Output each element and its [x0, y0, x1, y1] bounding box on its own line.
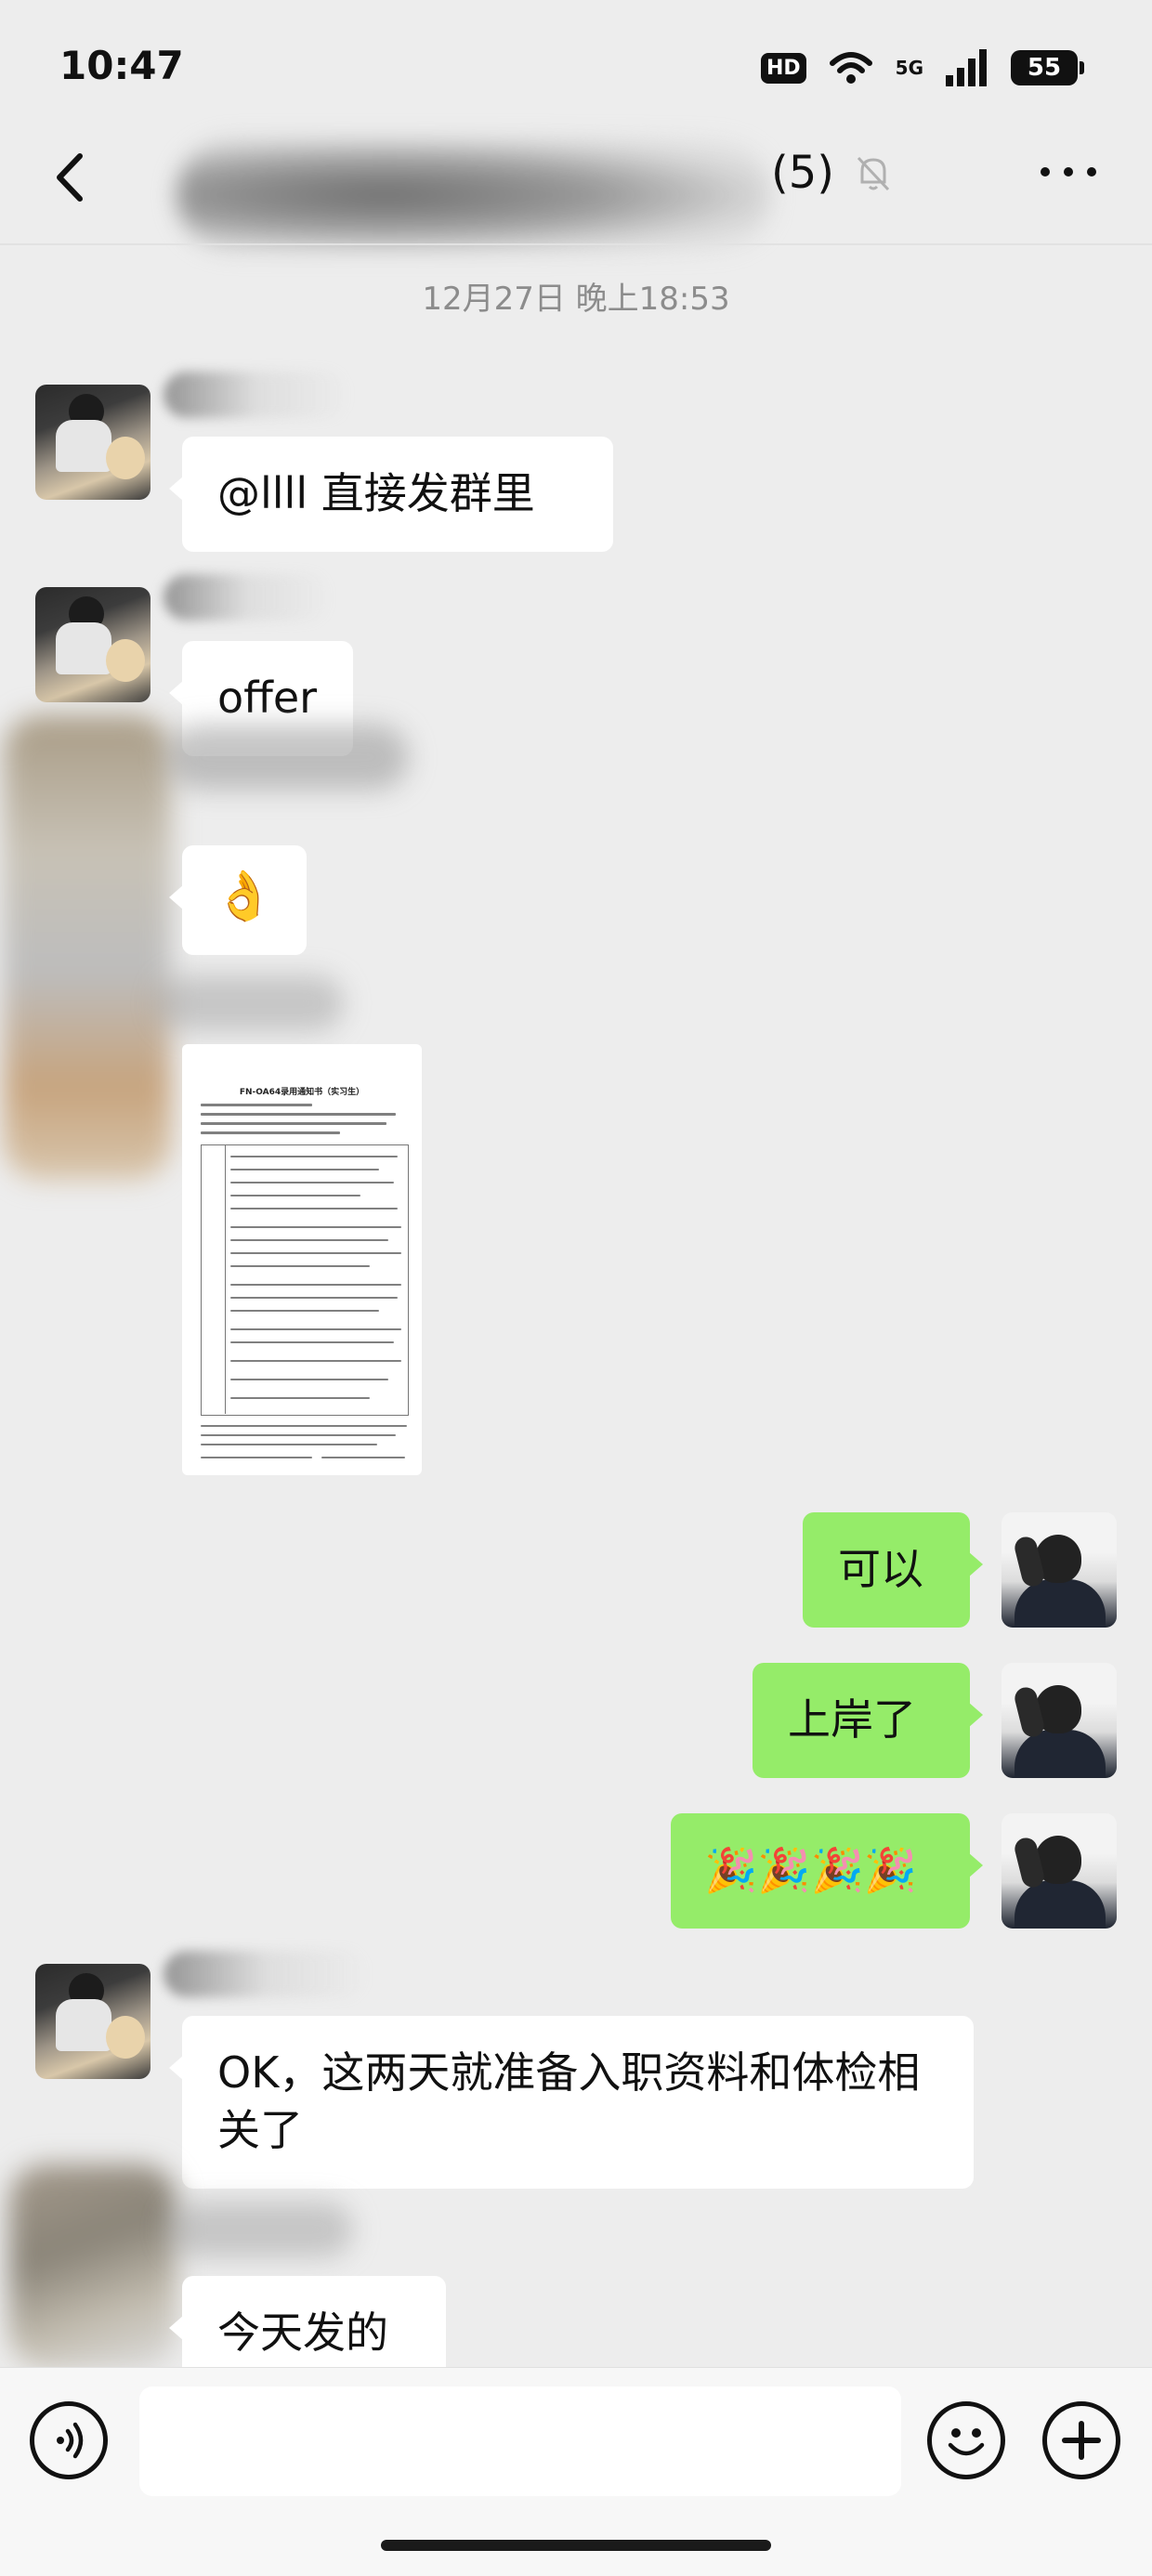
sender-name-blurred [167, 2202, 353, 2257]
emoji-text: 👌 [214, 869, 274, 924]
chat-timestamp: 12月27日 晚上18:53 [422, 281, 730, 318]
sender-avatar[interactable] [35, 1964, 151, 2079]
network-type: 5G [895, 57, 923, 79]
more-dots-icon[interactable] [1041, 158, 1096, 186]
signal-icon [946, 49, 987, 86]
message-text: 今天发的 [217, 2308, 388, 2358]
voice-icon[interactable] [30, 2401, 108, 2479]
message-text: 可以 [838, 1544, 923, 1594]
my-avatar[interactable] [1001, 1512, 1117, 1628]
message-text: OK，这两天就准备入职资料和体检相关了 [217, 2047, 921, 2155]
chat-header: (5) [0, 111, 1152, 251]
header-divider [0, 243, 1152, 245]
sender-name-blurred [158, 975, 344, 1031]
group-name-blurred [177, 139, 771, 251]
status-time: 10:47 [59, 43, 184, 88]
plus-icon[interactable] [1042, 2401, 1120, 2479]
status-bar: 10:47 HD 5G 55 [0, 0, 1152, 130]
emoji-message-bubble[interactable]: 👌 [169, 845, 307, 955]
emoji-message-bubble-sent[interactable]: 🎉🎉🎉🎉 [671, 1813, 983, 1929]
battery-icon: 55 [1011, 50, 1084, 85]
message-text: offer [217, 673, 318, 723]
sender-avatar[interactable] [35, 587, 151, 702]
message-text: 上岸了 [788, 1694, 916, 1745]
message-bubble-sent[interactable]: 上岸了 [753, 1663, 983, 1778]
sender-avatar-blurred [9, 2164, 177, 2369]
mute-bell-icon [857, 156, 890, 191]
sender-name-blurred [167, 725, 409, 790]
home-indicator [381, 2540, 771, 2551]
member-count: (5) [771, 147, 834, 199]
sender-name-blurred [164, 372, 349, 418]
sender-avatar[interactable] [35, 385, 151, 500]
wifi-icon [829, 52, 872, 84]
sender-name-blurred [164, 574, 331, 621]
status-icons: HD 5G 55 [760, 46, 1084, 89]
message-text: @llll 直接发群里 [217, 468, 535, 518]
message-bubble-sent[interactable]: 可以 [803, 1512, 983, 1628]
sender-name-blurred [164, 1951, 368, 1997]
hd-badge: HD [760, 52, 806, 84]
emoji-icon[interactable] [927, 2401, 1005, 2479]
message-input[interactable] [139, 2386, 901, 2496]
my-avatar[interactable] [1001, 1813, 1117, 1929]
my-avatar[interactable] [1001, 1663, 1117, 1778]
doc-title: FN-OA64录用通知书（实习生） [239, 1088, 365, 1097]
emoji-text: 🎉🎉🎉🎉 [704, 1845, 918, 1895]
image-message[interactable]: FN-OA64录用通知书（实习生） [182, 1044, 422, 1475]
sender-avatar-blurred [4, 715, 171, 1180]
back-arrow-icon[interactable] [45, 145, 100, 210]
message-bubble[interactable]: OK，这两天就准备入职资料和体检相关了 [169, 2016, 974, 2189]
message-bubble[interactable]: @llll 直接发群里 [169, 437, 613, 552]
